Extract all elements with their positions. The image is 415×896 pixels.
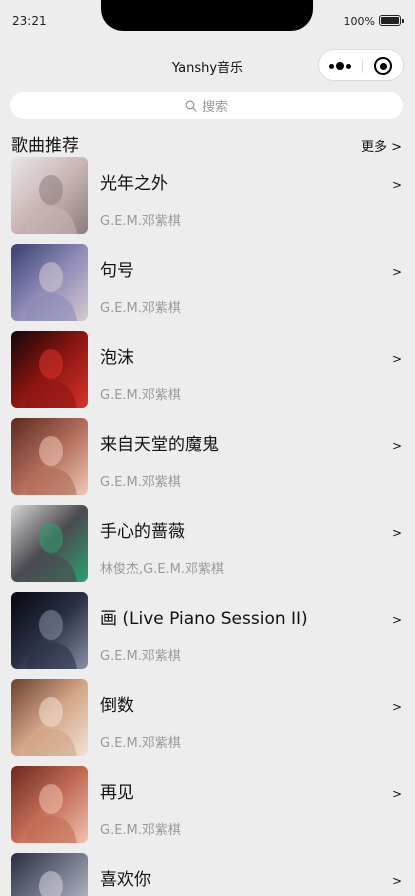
song-artist: G.E.M.邓紫棋	[100, 388, 181, 403]
song-item[interactable]: 喜欢你G.E.M.邓紫棋>	[0, 851, 415, 896]
chevron-right-icon[interactable]: >	[392, 352, 402, 366]
song-cover	[11, 505, 88, 582]
chevron-right-icon[interactable]: >	[392, 265, 402, 279]
more-dots-icon[interactable]	[329, 61, 353, 71]
song-cover	[11, 766, 88, 843]
song-cover	[11, 679, 88, 756]
search-bar[interactable]: 搜索	[10, 92, 403, 119]
song-title: 画 (Live Piano Session II)	[100, 609, 308, 629]
song-item[interactable]: 泡沫 G.E.M.邓紫棋 >	[0, 329, 415, 416]
song-artist: G.E.M.邓紫棋	[100, 214, 181, 229]
song-title: 泡沫	[100, 348, 134, 368]
song-title: 光年之外	[100, 174, 168, 194]
song-artist: G.E.M.邓紫棋	[100, 301, 181, 316]
chevron-right-icon[interactable]: >	[392, 526, 402, 540]
song-title: 手心的蔷薇	[100, 522, 185, 542]
song-item[interactable]: 画 (Live Piano Session II) G.E.M.邓紫棋 >	[0, 590, 415, 677]
song-title: 再见	[100, 783, 134, 803]
chevron-right-icon[interactable]: >	[392, 874, 402, 888]
song-item[interactable]: 句号 G.E.M.邓紫棋 >	[0, 242, 415, 329]
song-artist: 林俊杰,G.E.M.邓紫棋	[100, 562, 225, 577]
battery-icon	[379, 15, 404, 26]
search-placeholder: 搜索	[201, 100, 228, 115]
status-time: 23:21	[12, 14, 47, 28]
song-artist: G.E.M.邓紫棋	[100, 475, 181, 490]
target-close-icon[interactable]	[374, 57, 392, 75]
song-title: 倒数	[100, 696, 134, 716]
song-title: 喜欢你	[100, 870, 151, 890]
song-cover	[11, 331, 88, 408]
song-item[interactable]: 倒数 G.E.M.邓紫棋 >	[0, 677, 415, 764]
song-cover	[11, 244, 88, 321]
song-cover	[11, 592, 88, 669]
song-artist: G.E.M.邓紫棋	[100, 736, 181, 751]
song-item[interactable]: 来自天堂的魔鬼 G.E.M.邓紫棋 >	[0, 416, 415, 503]
song-item[interactable]: 光年之外 G.E.M.邓紫棋 >	[0, 155, 415, 242]
song-cover	[11, 418, 88, 495]
capsule-divider	[362, 59, 363, 73]
song-list: 光年之外 G.E.M.邓紫棋 > 句号 G.E.M.邓紫棋 > 泡沫 G.E.M.邓紫棋 > 来自…	[0, 155, 415, 896]
chevron-right-icon[interactable]: >	[392, 613, 402, 627]
search-icon	[185, 100, 197, 112]
more-link[interactable]: 更多 >	[361, 136, 402, 155]
chevron-right-icon[interactable]: >	[392, 787, 402, 801]
chevron-right-icon[interactable]: >	[392, 439, 402, 453]
status-bar: 23:21 100%	[0, 0, 415, 44]
battery-percent: 100%	[343, 15, 375, 28]
song-title: 句号	[100, 261, 134, 281]
chevron-right-icon[interactable]: >	[392, 178, 402, 192]
song-cover	[11, 157, 88, 234]
song-cover	[11, 853, 88, 896]
mini-program-capsule	[318, 49, 404, 81]
song-item[interactable]: 再见 G.E.M.邓紫棋 >	[0, 764, 415, 851]
song-artist: G.E.M.邓紫棋	[100, 823, 181, 838]
song-item[interactable]: 手心的蔷薇林俊杰,G.E.M.邓紫棋 >	[0, 503, 415, 590]
song-artist: G.E.M.邓紫棋	[100, 649, 181, 664]
section-title: 歌曲推荐	[11, 136, 79, 156]
device-notch	[101, 0, 313, 31]
song-title: 来自天堂的魔鬼	[100, 435, 219, 455]
chevron-right-icon[interactable]: >	[392, 700, 402, 714]
